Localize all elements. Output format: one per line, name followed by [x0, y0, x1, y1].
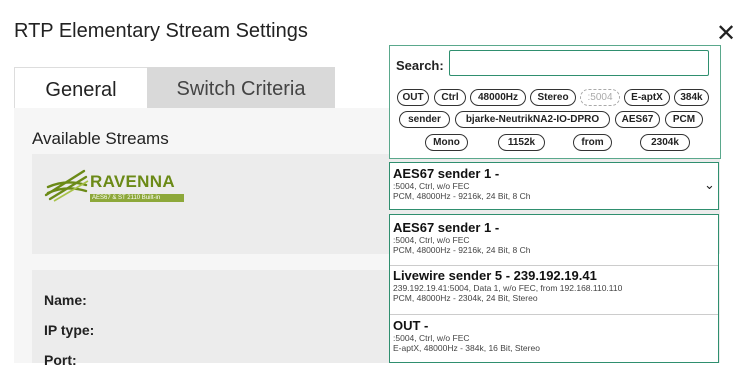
- filter-chip-sender[interactable]: sender: [399, 111, 450, 128]
- filter-chip-e-aptx[interactable]: E-aptX: [624, 89, 670, 106]
- filter-chip-mono[interactable]: Mono: [425, 134, 468, 151]
- close-icon[interactable]: ✕: [716, 19, 736, 47]
- selected-stream-line2: PCM, 48000Hz - 9216k, 24 Bit, 8 Ch: [393, 191, 531, 201]
- selected-stream-title: AES67 sender 1 -: [393, 166, 500, 181]
- stream-option-line2: PCM, 48000Hz - 9216k, 24 Bit, 8 Ch: [393, 245, 531, 255]
- selected-stream: AES67 sender 1 - :5004, Ctrl, w/o FEC PC…: [393, 166, 531, 201]
- stream-option-line1: :5004, Ctrl, w/o FEC: [393, 333, 470, 343]
- available-streams-label: Available Streams: [32, 129, 169, 148]
- filter-chip-ctrl[interactable]: Ctrl: [434, 89, 466, 106]
- ravenna-brand-name: RAVENNA: [90, 172, 175, 191]
- stream-option[interactable]: AES67 sender 1 - :5004, Ctrl, w/o FEC PC…: [390, 220, 718, 266]
- stream-option-line2: PCM, 48000Hz - 2304k, 24 Bit, Stereo: [393, 293, 538, 303]
- filter-chip-2304k[interactable]: 2304k: [640, 134, 690, 151]
- search-label: Search:: [396, 58, 444, 73]
- tab-switch-criteria[interactable]: Switch Criteria: [147, 67, 335, 109]
- filter-chip-bjarke-neutrik[interactable]: bjarke-NeutrikNA2-IO-DPRO: [455, 111, 610, 128]
- search-input[interactable]: [449, 50, 709, 76]
- filter-chip-48000hz[interactable]: 48000Hz: [470, 89, 526, 106]
- filter-chip-from[interactable]: from: [573, 134, 612, 151]
- filter-chip-5004[interactable]: :5004: [580, 89, 620, 106]
- filter-chip-pcm[interactable]: PCM: [665, 111, 703, 128]
- stream-option-line1: 239.192.19.41:5004, Data 1, w/o FEC, fro…: [393, 283, 623, 293]
- dialog-title: RTP Elementary Stream Settings: [14, 20, 308, 42]
- filter-chip-out[interactable]: OUT: [397, 89, 429, 106]
- stream-option-title: OUT -: [393, 318, 429, 333]
- stream-option[interactable]: OUT - :5004, Ctrl, w/o FEC E-aptX, 48000…: [390, 318, 718, 362]
- stream-option-title: Livewire sender 5 - 239.192.19.41: [393, 268, 597, 283]
- filter-chip-aes67[interactable]: AES67: [615, 111, 660, 128]
- stream-option-title: AES67 sender 1 -: [393, 220, 500, 235]
- name-label: Name:: [44, 292, 87, 308]
- stream-option[interactable]: Livewire sender 5 - 239.192.19.41 239.19…: [390, 268, 718, 315]
- stream-option-line2: E-aptX, 48000Hz - 384k, 16 Bit, Stereo: [393, 343, 540, 353]
- chevron-down-icon[interactable]: ⌄: [704, 177, 715, 193]
- filter-chip-1152k[interactable]: 1152k: [498, 134, 545, 151]
- stream-option-line1: :5004, Ctrl, w/o FEC: [393, 235, 470, 245]
- ravenna-tagline: AES67 & ST 2110 Built-in: [90, 194, 184, 202]
- filter-chip-384k[interactable]: 384k: [674, 89, 709, 106]
- ip-type-label: IP type:: [44, 322, 95, 338]
- tab-general[interactable]: General: [14, 67, 148, 110]
- selected-stream-line1: :5004, Ctrl, w/o FEC: [393, 181, 470, 191]
- port-label: Port:: [44, 352, 77, 368]
- filter-chip-stereo[interactable]: Stereo: [530, 89, 576, 106]
- stream-dropdown-list: AES67 sender 1 - :5004, Ctrl, w/o FEC PC…: [389, 214, 719, 363]
- stream-select[interactable]: AES67 sender 1 - :5004, Ctrl, w/o FEC PC…: [389, 162, 719, 210]
